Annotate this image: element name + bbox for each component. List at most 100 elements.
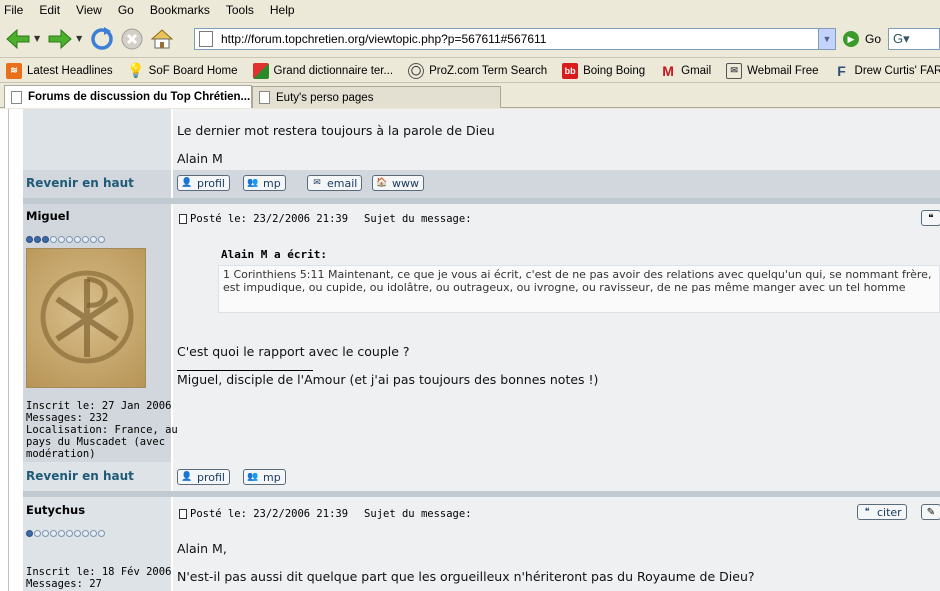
back-to-top-link[interactable]: Revenir en haut bbox=[26, 469, 134, 483]
reload-button[interactable] bbox=[88, 25, 116, 53]
rank-dot bbox=[34, 530, 41, 537]
bookmark-proz[interactable]: ◯ ProZ.com Term Search bbox=[408, 62, 547, 79]
address-url: http://forum.topchretien.org/viewtopic.p… bbox=[221, 32, 547, 46]
rank-dot bbox=[42, 236, 49, 243]
rank-dot bbox=[66, 236, 73, 243]
address-bar[interactable]: http://forum.topchretien.org/viewtopic.p… bbox=[194, 28, 836, 50]
post1-header: Posté le: 23/2/2006 21:39 Sujet du messa… bbox=[179, 213, 472, 225]
reload-icon bbox=[91, 26, 114, 50]
website-icon: 🏠 bbox=[376, 178, 388, 188]
tab-euty-perso[interactable]: Euty's perso pages bbox=[252, 86, 501, 108]
post2-line1: Alain M, bbox=[177, 541, 227, 556]
go-label: Go bbox=[865, 32, 882, 46]
rank-dot bbox=[26, 236, 33, 243]
search-input[interactable]: G▾ bbox=[888, 28, 940, 50]
profile-icon: 👤 bbox=[181, 472, 193, 482]
back-dropdown-icon[interactable]: ▼ bbox=[34, 34, 40, 43]
bookmark-sof-board-home[interactable]: 💡 SoF Board Home bbox=[127, 62, 238, 79]
rank-dot bbox=[98, 236, 105, 243]
home-icon bbox=[151, 28, 174, 48]
post1-body-cell bbox=[173, 204, 940, 462]
forward-dropdown-icon[interactable]: ▼ bbox=[76, 34, 82, 43]
stop-button[interactable] bbox=[118, 25, 146, 53]
back-button[interactable] bbox=[4, 25, 32, 53]
citer-button[interactable]: ❝ citer bbox=[857, 504, 907, 520]
bookmark-webmail-free[interactable]: ✉ Webmail Free bbox=[726, 62, 819, 79]
rank-dot bbox=[82, 236, 89, 243]
post0-line2: Alain M bbox=[177, 151, 223, 166]
edit-button[interactable]: ✎ bbox=[921, 504, 940, 520]
proz-icon: ◯ bbox=[408, 62, 425, 79]
tab-forums[interactable]: Forums de discussion du Top Chrétien... bbox=[4, 85, 252, 108]
rss-icon: ≋ bbox=[6, 62, 22, 79]
forward-arrow-icon bbox=[48, 28, 72, 49]
post1-avatar bbox=[26, 248, 146, 388]
page-icon bbox=[259, 91, 270, 104]
post1-body: C'est quoi le rapport avec le couple ? bbox=[177, 344, 410, 359]
post0-footer-right bbox=[173, 170, 940, 198]
email-button[interactable]: ✉ email bbox=[307, 175, 363, 191]
rank-dot bbox=[50, 530, 57, 537]
dictionary-icon bbox=[252, 62, 269, 79]
private-message-icon: 👥 bbox=[247, 472, 259, 482]
rank-dot bbox=[42, 530, 49, 537]
rank-dot bbox=[26, 530, 33, 537]
rank-dot bbox=[90, 530, 97, 537]
profil-button[interactable]: 👤 profil bbox=[177, 175, 230, 191]
post2-date: Posté le: 23/2/2006 21:39 bbox=[190, 508, 349, 520]
bookmark-fark[interactable]: F Drew Curtis' FARK.com bbox=[834, 63, 940, 79]
menu-go[interactable]: Go bbox=[118, 3, 134, 17]
bookmark-grand-dictionnaire[interactable]: Grand dictionnaire ter... bbox=[252, 62, 393, 79]
menu-view[interactable]: View bbox=[76, 3, 102, 17]
home-button[interactable] bbox=[148, 25, 176, 53]
bookmark-boing-boing[interactable]: bb Boing Boing bbox=[562, 62, 645, 79]
page-content: Le dernier mot restera toujours à la par… bbox=[0, 109, 940, 591]
post1-footer-right bbox=[173, 462, 940, 491]
post0-author-cell bbox=[23, 109, 171, 170]
menu-file[interactable]: File bbox=[4, 3, 23, 17]
post2-rank bbox=[26, 530, 106, 537]
www-button[interactable]: 🏠 www bbox=[372, 175, 424, 191]
post2-user-info: Inscrit le: 18 Fév 2006 Messages: 27 bbox=[26, 566, 172, 590]
stop-icon bbox=[121, 28, 143, 49]
google-icon: G▾ bbox=[893, 31, 910, 46]
go-arrow-icon: ▶ bbox=[843, 31, 859, 47]
tab-bar: Forums de discussion du Top Chrétien... … bbox=[0, 84, 940, 108]
fark-icon: F bbox=[837, 62, 846, 79]
post2-username[interactable]: Eutychus bbox=[26, 503, 85, 517]
bookmark-latest-headlines[interactable]: ≋ Latest Headlines bbox=[6, 62, 113, 79]
edit-icon: ✎ bbox=[926, 506, 936, 518]
address-dropdown-icon[interactable]: ▼ bbox=[818, 29, 835, 49]
rank-dot bbox=[58, 236, 65, 243]
chi-rho-icon bbox=[40, 270, 134, 364]
rank-dot bbox=[74, 236, 81, 243]
post2-line2: N'est-il pas aussi dit quelque part que … bbox=[177, 569, 755, 584]
post1-quote-author: Alain M a écrit: bbox=[221, 248, 327, 261]
profile-icon: 👤 bbox=[181, 178, 193, 188]
rank-dot bbox=[50, 236, 57, 243]
rank-dot bbox=[66, 530, 73, 537]
quote-button[interactable]: ❝ bbox=[921, 210, 940, 226]
post2-header: Posté le: 23/2/2006 21:39 Sujet du messa… bbox=[179, 508, 472, 520]
post1-signature: Miguel, disciple de l'Amour (et j'ai pas… bbox=[177, 372, 599, 387]
rank-dot bbox=[74, 530, 81, 537]
profil-button[interactable]: 👤 profil bbox=[177, 469, 230, 485]
post1-username[interactable]: Miguel bbox=[26, 209, 70, 223]
back-to-top-link[interactable]: Revenir en haut bbox=[26, 176, 134, 190]
rank-dot bbox=[58, 530, 65, 537]
rank-dot bbox=[90, 236, 97, 243]
mp-button[interactable]: 👥 mp bbox=[243, 469, 286, 485]
menu-edit[interactable]: Edit bbox=[39, 3, 60, 17]
mp-button[interactable]: 👥 mp bbox=[243, 175, 286, 191]
gmail-icon: M bbox=[662, 62, 674, 79]
menu-tools[interactable]: Tools bbox=[226, 3, 254, 17]
bookmark-gmail[interactable]: M Gmail bbox=[660, 63, 711, 79]
go-button[interactable]: ▶ Go bbox=[843, 31, 881, 47]
post-icon bbox=[179, 214, 187, 224]
menu-help[interactable]: Help bbox=[270, 3, 295, 17]
menu-bookmarks[interactable]: Bookmarks bbox=[150, 3, 210, 17]
quote-icon: ❝ bbox=[864, 507, 870, 517]
rank-dot bbox=[98, 530, 105, 537]
forward-button[interactable] bbox=[46, 25, 74, 53]
bb-icon: bb bbox=[562, 62, 579, 79]
